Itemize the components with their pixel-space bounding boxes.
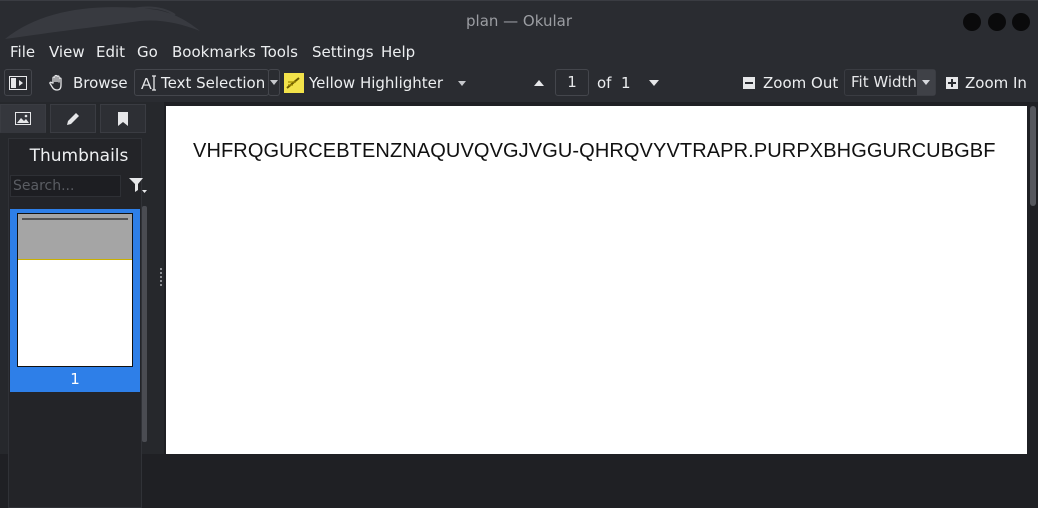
zoom-in-button[interactable]: Zoom In (946, 64, 1027, 102)
close-button[interactable] (1012, 13, 1030, 31)
next-page-icon[interactable] (649, 80, 659, 86)
page-of-label: of (597, 74, 612, 92)
document-page[interactable]: VHFRQGURCEBTENZNAQUVQVGJVGU-QHRQVYVTRAPR… (166, 106, 1027, 454)
thumbnail-item[interactable]: 1 (10, 209, 140, 392)
page-number-input[interactable]: 1 (555, 69, 589, 96)
main-toolbar: Browse A Text Selection Yellow Highlight… (0, 64, 1038, 103)
title-bar: plan — Okular (0, 0, 1038, 40)
thumbnail-page-preview (17, 213, 133, 367)
document-text[interactable]: VHFRQGURCEBTENZNAQUVQVGJVGU-QHRQVYVTRAPR… (193, 140, 996, 163)
text-selection-dropdown[interactable] (268, 69, 280, 96)
menu-file[interactable]: File (10, 43, 35, 61)
highlighter-tool-button[interactable]: Yellow Highlighter (284, 64, 467, 102)
maximize-button[interactable] (988, 13, 1006, 31)
chevron-down-icon[interactable] (458, 80, 467, 86)
menu-go[interactable]: Go (137, 43, 158, 61)
chevron-down-icon (922, 80, 930, 85)
tab-annotations[interactable] (50, 104, 96, 133)
sidebar-scrollbar[interactable] (142, 206, 147, 442)
sidebar-toggle-button[interactable] (4, 69, 32, 96)
menu-tools[interactable]: Tools (261, 43, 298, 61)
thumbnail-search-input[interactable]: Search... (10, 175, 121, 197)
thumbnail-page-label: 1 (70, 370, 80, 388)
svg-text:A: A (141, 76, 152, 92)
tab-thumbnails[interactable] (0, 104, 46, 133)
image-icon (15, 112, 31, 125)
text-selection-label: Text Selection (161, 74, 266, 92)
page-total-value: 1 (621, 74, 631, 92)
browse-label: Browse (73, 74, 128, 92)
chevron-down-icon (270, 80, 278, 85)
zoom-out-button[interactable]: Zoom Out (743, 64, 838, 102)
minimize-button[interactable] (963, 13, 981, 31)
menu-bookmarks[interactable]: Bookmarks (172, 43, 256, 61)
tab-bookmarks[interactable] (100, 104, 146, 133)
menu-settings[interactable]: Settings (312, 43, 374, 61)
sidebar-panel: Thumbnails Search... 1 (0, 102, 158, 508)
zoom-out-icon (743, 77, 755, 89)
highlighter-label: Yellow Highlighter (309, 74, 444, 92)
highlighter-icon (284, 73, 304, 93)
browse-tool-button[interactable]: Browse (48, 64, 128, 102)
page-current-value: 1 (567, 73, 577, 91)
window-title: plan — Okular (466, 12, 572, 30)
menu-help[interactable]: Help (381, 43, 415, 61)
document-scrollbar[interactable] (1030, 106, 1036, 206)
filter-icon[interactable] (129, 178, 147, 194)
menu-bar: File View Edit Go Bookmarks Tools Settin… (0, 40, 1038, 64)
zoom-mode-dropdown[interactable] (917, 70, 935, 95)
menu-edit[interactable]: Edit (96, 43, 125, 61)
text-selection-content: A Text Selection (141, 64, 265, 102)
thumbnail-highlight (18, 214, 132, 260)
zoom-in-label: Zoom In (965, 74, 1027, 92)
zoom-mode-select[interactable]: Fit Width (844, 69, 936, 96)
text-cursor-icon: A (141, 75, 156, 92)
zoom-out-label: Zoom Out (763, 74, 839, 92)
hand-icon (49, 74, 62, 91)
bookmark-icon (118, 111, 128, 126)
thumbnails-title: Thumbnails (29, 146, 129, 166)
zoom-in-icon (946, 77, 958, 89)
thumbnail-text-line (22, 218, 128, 220)
document-viewport[interactable]: VHFRQGURCEBTENZNAQUVQVGJVGU-QHRQVYVTRAPR… (164, 102, 1038, 454)
previous-page-icon[interactable] (534, 80, 544, 86)
sidebar-panel-icon (9, 76, 27, 90)
menu-view[interactable]: View (49, 43, 85, 61)
zoom-mode-value: Fit Width (851, 73, 917, 91)
pencil-icon (67, 112, 79, 125)
